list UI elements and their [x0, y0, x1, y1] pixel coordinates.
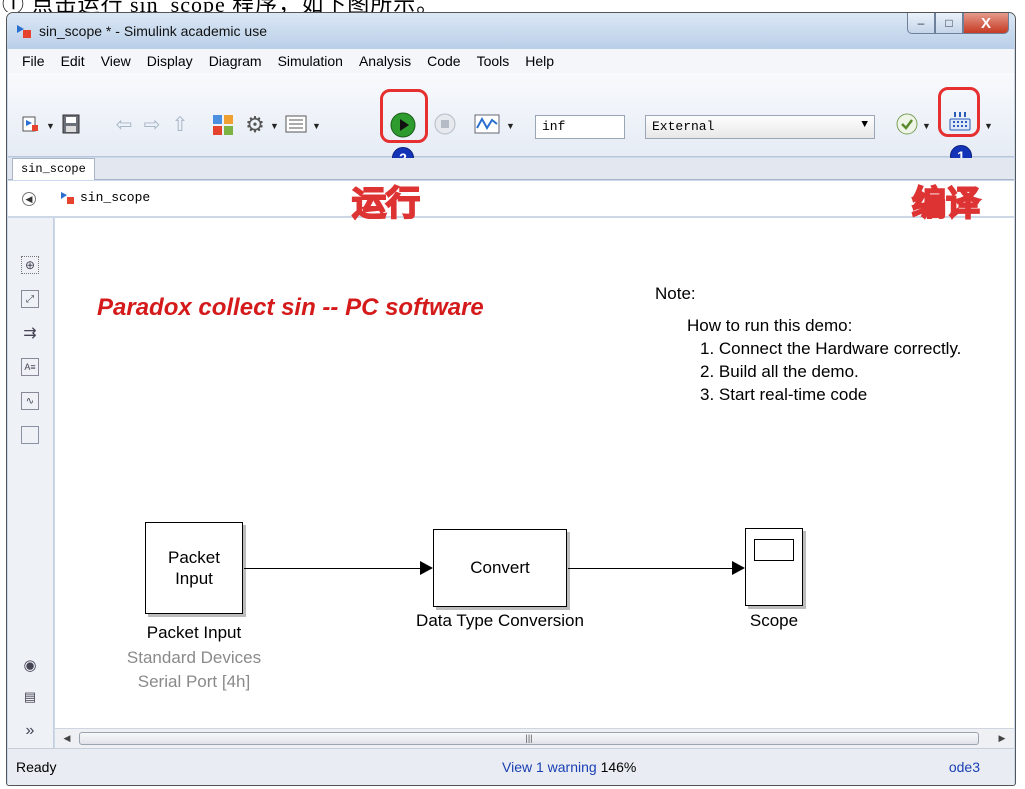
arrow-head-icon [732, 561, 745, 575]
note-title: Note: [655, 284, 696, 303]
menu-help[interactable]: Help [517, 53, 562, 69]
camera-icon[interactable]: ◉ [21, 656, 39, 674]
scope-label: Scope [749, 611, 799, 630]
window-title: sin_scope * - Simulink academic use [39, 23, 267, 39]
packet-device-line: Serial Port [4h] [137, 671, 251, 691]
horizontal-scrollbar[interactable]: ◀ ||| ▶ [55, 728, 1014, 748]
packet-input-label: Packet Input [146, 623, 242, 642]
convert-block-text: Convert [470, 558, 530, 578]
signal-line-2[interactable] [568, 568, 734, 569]
explorer-dropdown-icon[interactable]: ▼ [312, 121, 321, 131]
annotation-icon[interactable]: A≡ [21, 358, 39, 376]
packet-input-device: Standard Devices Serial Port [4h] [105, 646, 283, 694]
config-parameters-icon[interactable]: ⚙ [243, 112, 267, 137]
save-icon[interactable] [60, 113, 82, 135]
signal-line-1[interactable] [244, 568, 422, 569]
back-icon[interactable]: ⇦ [113, 113, 135, 136]
tab-sin-scope[interactable]: sin_scope [12, 158, 95, 180]
menu-edit[interactable]: Edit [53, 53, 93, 69]
signal-line-icon[interactable]: ⇉ [21, 324, 39, 342]
build-highlight-frame [938, 87, 980, 137]
menu-analysis[interactable]: Analysis [351, 53, 419, 69]
menu-bar: File Edit View Display Diagram Simulatio… [8, 49, 1014, 73]
arrow-head-icon [420, 561, 433, 575]
window-controls: – □ X [907, 13, 1009, 35]
breadcrumb[interactable]: sin_scope [60, 190, 150, 205]
model-canvas[interactable]: Paradox collect sin -- PC software Note:… [55, 218, 1014, 728]
packet-input-block[interactable]: Packet Input [145, 522, 243, 614]
scroll-thumb[interactable]: ||| [79, 732, 979, 745]
scope-viewer-icon[interactable] [474, 113, 500, 135]
simulink-window: sin_scope * - Simulink academic use – □ … [6, 12, 1016, 786]
hide-browser-icon[interactable]: ◀ [22, 192, 36, 206]
status-text: Ready [16, 759, 57, 775]
simulation-mode-value: External [652, 119, 715, 134]
scope-screen-icon [754, 539, 794, 561]
viewer-dropdown-icon[interactable]: ▼ [506, 121, 515, 131]
build-callout: 编译 [911, 183, 981, 225]
title-bar[interactable]: sin_scope * - Simulink academic use – □ … [7, 13, 1015, 49]
packet-block-text: Input [175, 569, 213, 588]
build-dropdown-icon[interactable]: ▼ [984, 121, 993, 131]
stop-time-field[interactable]: inf [535, 115, 625, 139]
new-dropdown-icon[interactable]: ▼ [46, 121, 55, 131]
new-model-icon[interactable] [20, 113, 42, 135]
note-line: How to run this demo: [687, 316, 853, 335]
simulink-model-icon [17, 25, 31, 38]
more-tools-icon[interactable]: » [21, 722, 39, 740]
model-tabs: sin_scope [8, 158, 1014, 180]
menu-code[interactable]: Code [419, 53, 468, 69]
simulation-mode-select[interactable]: External ▼ [645, 115, 875, 139]
menu-file[interactable]: File [14, 53, 53, 69]
menu-view[interactable]: View [93, 53, 139, 69]
scope-block[interactable] [745, 528, 803, 606]
note-line: 2. Build all the demo. [700, 362, 859, 381]
model-browser-icon[interactable]: ▤ [21, 688, 39, 706]
status-center: View 1 warning 146% [502, 759, 636, 775]
model-advisor-icon[interactable] [896, 113, 918, 135]
run-callout: 运行 [351, 183, 421, 225]
run-highlight-frame [380, 89, 428, 143]
scroll-left-icon[interactable]: ◀ [59, 731, 75, 746]
library-browser-icon[interactable] [211, 113, 235, 137]
menu-tools[interactable]: Tools [469, 53, 518, 69]
warning-link[interactable]: View 1 warning [502, 759, 597, 775]
model-icon [61, 191, 74, 204]
minimize-button[interactable]: – [907, 13, 935, 34]
forward-icon[interactable]: ⇨ [141, 113, 163, 136]
image-icon[interactable]: ∿ [21, 392, 39, 410]
palette-sidebar: ⊕ ⤢ ⇉ A≡ ∿ ◉ ▤ » [8, 218, 54, 748]
packet-block-text: Packet [168, 547, 220, 567]
menu-simulation[interactable]: Simulation [270, 53, 351, 69]
menu-diagram[interactable]: Diagram [201, 53, 270, 69]
maximize-button[interactable]: □ [935, 13, 963, 34]
breadcrumb-label: sin_scope [80, 190, 151, 205]
close-button[interactable]: X [963, 13, 1009, 34]
scroll-right-icon[interactable]: ▶ [994, 731, 1010, 746]
canvas-heading: Paradox collect sin -- PC software [97, 294, 484, 321]
up-icon[interactable]: ⇧ [169, 113, 191, 136]
breadcrumb-bar: ◀ sin_scope [8, 181, 1014, 217]
packet-device-line: Standard Devices [126, 648, 262, 667]
data-type-conversion-block[interactable]: Convert [433, 529, 567, 607]
zoom-area-icon[interactable]: ⊕ [21, 256, 39, 274]
solver-link[interactable]: ode3 [949, 759, 980, 775]
document-text-top: ① 点击运行 sin_scope 程序，如下图所示。 [0, 0, 1025, 12]
note-line: 1. Connect the Hardware correctly. [700, 339, 962, 358]
area-icon[interactable] [21, 426, 39, 444]
toolbar: ▼ ⇦ ⇨ ⇧ ⚙ ▼ ▼ 2 ▼ inf External ▼ [8, 73, 1014, 169]
note-line: 3. Start real-time code [700, 385, 868, 404]
zoom-level: 146% [600, 759, 637, 775]
stop-icon[interactable] [434, 113, 456, 135]
advisor-dropdown-icon[interactable]: ▼ [922, 121, 931, 131]
data-type-conversion-label: Data Type Conversion [416, 611, 584, 630]
fit-to-view-icon[interactable]: ⤢ [21, 290, 39, 308]
menu-display[interactable]: Display [139, 53, 201, 69]
model-explorer-icon[interactable] [284, 113, 308, 135]
status-bar: Ready View 1 warning 146% ode3 [8, 748, 1014, 785]
config-dropdown-icon[interactable]: ▼ [270, 121, 279, 131]
chevron-down-icon: ▼ [861, 119, 868, 131]
